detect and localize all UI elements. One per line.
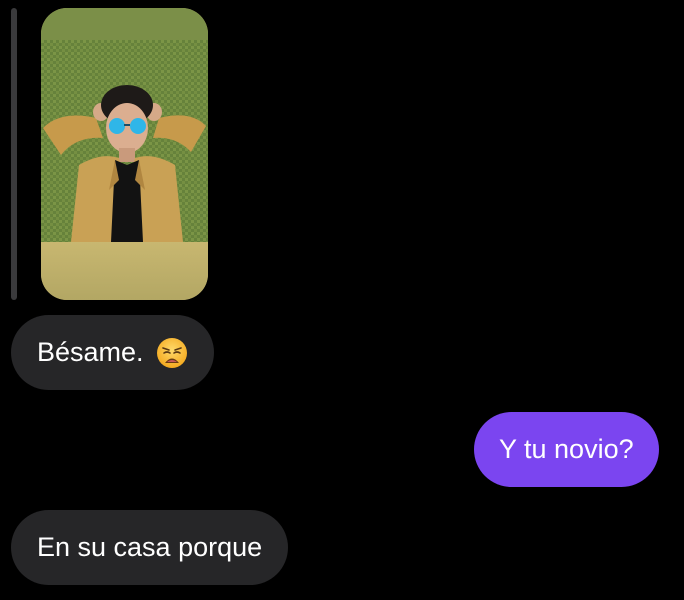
message-bubble-incoming[interactable]: Bésame. — [11, 315, 214, 390]
message-text: Bésame. — [37, 337, 144, 367]
weary-face-icon — [156, 337, 187, 368]
story-reply-thumbnail[interactable] — [41, 8, 208, 300]
message-bubble-incoming[interactable]: En su casa porque — [11, 510, 289, 585]
message-text: Y tu novio? — [499, 434, 634, 464]
message-bubble-outgoing[interactable]: Y tu novio? — [474, 412, 659, 487]
story-photo-icon — [41, 40, 208, 242]
story-reply-indicator — [11, 8, 17, 300]
message-text: En su casa porque — [37, 532, 263, 562]
